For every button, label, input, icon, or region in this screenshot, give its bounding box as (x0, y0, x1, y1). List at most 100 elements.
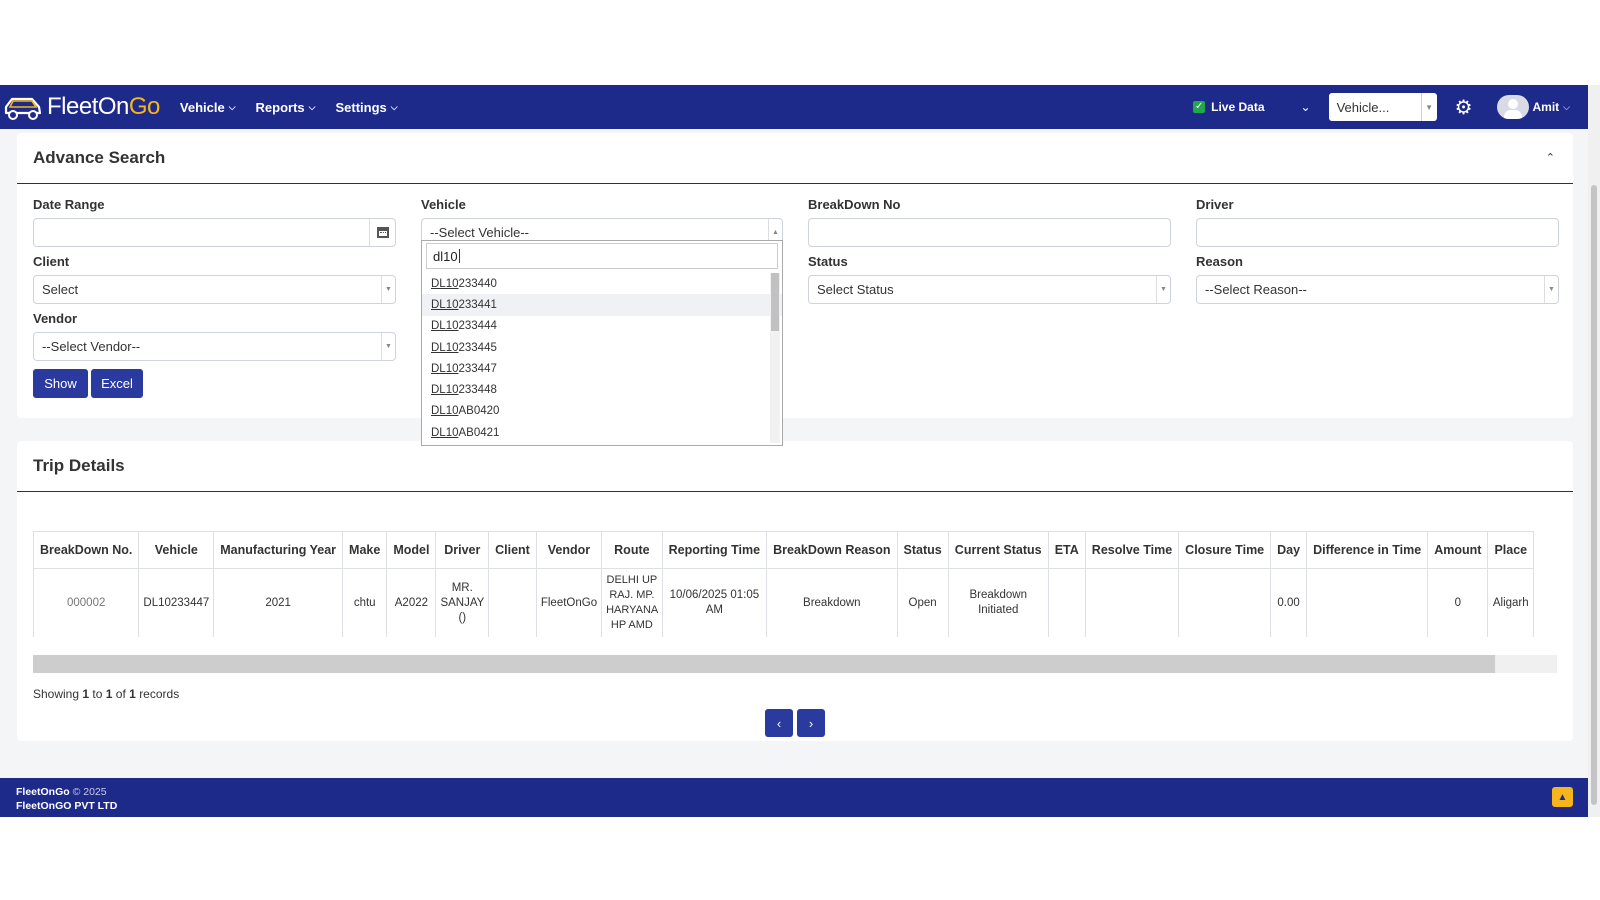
chevron-down-icon: ⌵ (228, 101, 236, 112)
column-header[interactable]: Status (896, 531, 949, 569)
cell-amount: 0 (1427, 568, 1489, 637)
dropdown-scrollbar[interactable] (770, 273, 780, 443)
vehicle-option[interactable]: DL10 AB0420 (422, 401, 782, 422)
column-header[interactable]: Route (601, 531, 663, 569)
vehicle-option[interactable]: DL10 233445 (422, 337, 782, 358)
nav-vehicle[interactable]: Vehicle ⌵ (180, 100, 236, 115)
main-menu: Vehicle ⌵ Reports ⌵ Settings ⌵ (180, 100, 418, 115)
excel-button[interactable]: Excel (91, 369, 143, 398)
vehicle-option[interactable]: DL10 233441 (422, 294, 782, 316)
vehicle-quick-select[interactable]: Vehicle... ▼ (1328, 93, 1437, 121)
trip-table: BreakDown No. Vehicle Manufacturing Year… (33, 531, 1535, 637)
cell-status: Open (896, 568, 949, 637)
table-header-row: BreakDown No. Vehicle Manufacturing Year… (33, 531, 1535, 569)
field-label: Vendor (33, 311, 78, 326)
vehicle-option[interactable]: DL10 233444 (422, 316, 782, 337)
column-header[interactable]: Closure Time (1178, 531, 1272, 569)
status-select[interactable]: Select Status ▼ (808, 275, 1171, 304)
user-menu[interactable]: Amit ⌵ (1496, 95, 1570, 119)
table-horizontal-scrollbar[interactable] (33, 655, 1557, 673)
column-header[interactable]: Amount (1427, 531, 1489, 569)
client-field: Client Select ▼ (33, 254, 396, 304)
next-page-button[interactable]: › (797, 709, 825, 737)
cell-driver: MR. SANJAY () (435, 568, 490, 637)
column-header[interactable]: Vehicle (138, 531, 215, 569)
chevron-down-icon: ⌵ (308, 101, 316, 112)
arrow-up-icon: ▲ (1557, 791, 1568, 803)
vehicle-options-list: DL10 233440 DL10 233441 DL10 233444 DL10 233… (422, 273, 782, 445)
date-range-input[interactable] (33, 218, 396, 247)
vehicle-dropdown: dl10 DL10 233440 DL10 233441 DL10 233444 DL… (421, 240, 783, 446)
live-data-toggle[interactable]: ✓ Live Data (1193, 100, 1265, 114)
column-header[interactable]: BreakDown No. (33, 531, 140, 569)
field-label: Driver (1196, 197, 1234, 212)
column-header[interactable]: Difference in Time (1306, 531, 1429, 569)
dropdown-arrow-icon: ▼ (381, 276, 395, 303)
vehicle-option[interactable]: DL10 233448 (422, 379, 782, 400)
column-header[interactable]: Driver (435, 531, 490, 569)
calendar-icon (376, 227, 389, 238)
avatar (1496, 95, 1529, 119)
field-label: Vehicle (421, 197, 466, 212)
vendor-field: Vendor --Select Vendor-- ▼ (33, 311, 396, 361)
column-header[interactable]: Place (1487, 531, 1535, 569)
app-window: FleetOnGo Vehicle ⌵ Reports ⌵ Settings ⌵ ✓ … (0, 85, 1588, 817)
cell-place: Aligarh (1487, 568, 1535, 637)
vehicle-search-input[interactable]: dl10 (426, 243, 778, 269)
vendor-select[interactable]: --Select Vendor-- ▼ (33, 332, 396, 361)
column-header[interactable]: Current Status (947, 531, 1049, 569)
column-header[interactable]: Resolve Time (1084, 531, 1180, 569)
cell-eta (1047, 568, 1086, 637)
top-navbar: FleetOnGo Vehicle ⌵ Reports ⌵ Settings ⌵ ✓ … (0, 85, 1588, 129)
card-title: Advance Search (33, 148, 166, 167)
cell-current-status: Breakdown Initiated (947, 568, 1049, 637)
date-range-field: Date Range (33, 197, 396, 247)
live-data-label: Live Data (1211, 100, 1265, 114)
check-icon[interactable]: ✓ (1193, 101, 1206, 113)
reason-field: Reason --Select Reason-- ▼ (1196, 254, 1559, 304)
breakdown-no-link[interactable]: 000002 (33, 568, 140, 637)
vehicle-option[interactable]: DL10 233447 (422, 358, 782, 379)
driver-field: Driver (1196, 197, 1559, 247)
reason-select[interactable]: --Select Reason-- ▼ (1196, 275, 1559, 304)
page-scrollbar[interactable] (1588, 85, 1600, 817)
column-header[interactable]: Model (386, 531, 437, 569)
cell-difference-in-time (1306, 568, 1429, 637)
dropdown-arrow-icon: ▼ (1156, 276, 1170, 303)
client-select[interactable]: Select ▼ (33, 275, 396, 304)
driver-input[interactable] (1196, 218, 1559, 247)
show-button[interactable]: Show (33, 369, 88, 398)
cell-day: 0.00 (1270, 568, 1308, 637)
scroll-to-top-button[interactable]: ▲ (1552, 787, 1573, 807)
column-header[interactable]: Vendor (535, 531, 603, 569)
column-header[interactable]: BreakDown Reason (766, 531, 898, 569)
column-header[interactable]: Reporting Time (661, 531, 768, 569)
records-info: Showing 1 to 1 of 1 records (33, 687, 180, 701)
nav-settings[interactable]: Settings ⌵ (335, 100, 397, 115)
column-header[interactable]: Manufacturing Year (213, 531, 344, 569)
table-row[interactable]: 000002 DL10233447 2021 chtu A2022 MR. SA… (33, 568, 1535, 637)
chevron-up-icon[interactable]: ⌃ (1546, 151, 1555, 164)
trip-details-header: Trip Details (17, 441, 1573, 492)
cell-vehicle: DL10233447 (138, 568, 215, 637)
gear-icon[interactable]: ⚙ (1455, 95, 1473, 120)
chevron-down-icon: ⌵ (390, 101, 398, 112)
brand-logo[interactable]: FleetOnGo (2, 85, 160, 129)
cell-reporting-time: 10/06/2025 01:05 AM (661, 568, 768, 637)
field-label: Status (808, 254, 848, 269)
chevron-down-icon[interactable]: ⌄ (1301, 100, 1311, 114)
column-header[interactable]: ETA (1047, 531, 1086, 569)
nav-reports[interactable]: Reports ⌵ (256, 100, 316, 115)
column-header[interactable]: Make (342, 531, 388, 569)
column-header[interactable]: Day (1270, 531, 1308, 569)
cell-make: chtu (342, 568, 388, 637)
footer-copyright: FleetOnGo © 2025 (16, 786, 107, 798)
field-label: Date Range (33, 197, 105, 212)
vehicle-option[interactable]: DL10 233440 (422, 273, 782, 294)
card-title: Trip Details (33, 456, 125, 475)
breakdown-no-input[interactable] (808, 218, 1171, 247)
column-header[interactable]: Client (488, 531, 537, 569)
prev-page-button[interactable]: ‹ (765, 709, 793, 737)
calendar-button[interactable] (369, 219, 395, 246)
vehicle-option[interactable]: DL10 AB0421 (422, 422, 782, 443)
